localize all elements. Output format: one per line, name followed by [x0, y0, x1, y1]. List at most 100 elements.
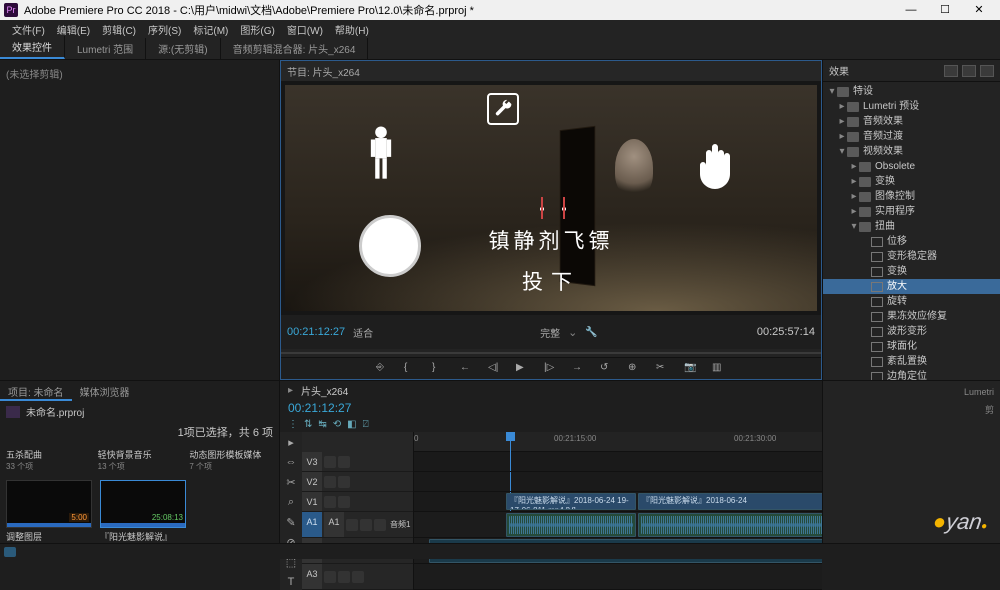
timeline-ruler[interactable]: 000:21:15:0000:21:30:0000:21:45:00: [414, 432, 822, 452]
window-title: Adobe Premiere Pro CC 2018 - C:\用户\midwi…: [24, 2, 894, 18]
program-header: 节目: 片头_x264: [281, 61, 821, 81]
effect-item[interactable]: 紊乱置换: [823, 354, 1000, 369]
effect-item[interactable]: 旋转: [823, 294, 1000, 309]
hand-icon: [688, 133, 748, 197]
timeline-tool[interactable]: ✎: [284, 516, 298, 530]
timeline-tool[interactable]: ▸: [284, 436, 298, 450]
transport-button[interactable]: ↺: [600, 362, 614, 376]
timeline-tool[interactable]: T: [284, 576, 298, 590]
video-clip[interactable]: 『阳光魅影解说』2018-06-24: [638, 493, 822, 510]
minimize-button[interactable]: —: [894, 0, 928, 20]
transport-button[interactable]: ←: [460, 362, 474, 376]
transport-button[interactable]: ⊕: [628, 362, 642, 376]
preset-icon-3[interactable]: [980, 65, 994, 77]
video-track-header[interactable]: V3: [302, 452, 413, 472]
wrench-settings-icon[interactable]: 🔧: [585, 327, 597, 338]
timeline-option-icon[interactable]: ⇅: [304, 419, 312, 430]
transport-button[interactable]: ⎆: [376, 362, 390, 376]
preset-icon-2[interactable]: [962, 65, 976, 77]
project-tab[interactable]: 媒体浏览器: [72, 381, 138, 401]
tab[interactable]: Lumetri 范围: [65, 38, 146, 59]
transport-button[interactable]: {: [404, 362, 418, 376]
timeline-tracks[interactable]: 000:21:15:0000:21:30:0000:21:45:00 『阳光魅影…: [414, 432, 822, 590]
bin-item[interactable]: 轻快背景音乐13 个项: [98, 446, 182, 472]
bin-item[interactable]: 动态图形模板媒体7 个项: [189, 446, 273, 472]
transport-button[interactable]: }: [432, 362, 446, 376]
menu-标记(M)[interactable]: 标记(M): [187, 22, 234, 37]
transport-button[interactable]: ◁|: [488, 362, 502, 376]
audio-clip[interactable]: [638, 513, 822, 537]
effect-folder[interactable]: ▸图像控制: [823, 189, 1000, 204]
effect-item[interactable]: 果冻效应修复: [823, 309, 1000, 324]
menu-图形(G)[interactable]: 图形(G): [234, 22, 280, 37]
effect-folder[interactable]: ▾视频效果: [823, 144, 1000, 159]
menubar: 文件(F)编辑(E)剪辑(C)序列(S)标记(M)图形(G)窗口(W)帮助(H): [0, 20, 1000, 38]
bin-item[interactable]: 五杀配曲33 个项: [6, 446, 90, 472]
effect-folder[interactable]: ▾扭曲: [823, 219, 1000, 234]
program-scrubber[interactable]: [281, 349, 821, 357]
fit-dropdown[interactable]: 适合: [353, 325, 373, 340]
program-timecode-left[interactable]: 00:21:12:27: [287, 326, 345, 338]
transport-button[interactable]: |▷: [544, 362, 558, 376]
effect-folder[interactable]: ▸变换: [823, 174, 1000, 189]
project-name: 未命名.prproj: [26, 404, 273, 419]
status-icon[interactable]: [4, 547, 16, 557]
timeline-option-icon[interactable]: ⍁: [363, 419, 369, 430]
effects-panel: 效果 ▾特设▸Lumetri 预设▸音频效果▸音频过渡▾视频效果▸Obsolet…: [822, 60, 1000, 380]
transport-button[interactable]: 📷: [684, 362, 698, 376]
audio-track-header[interactable]: A1A1音频1: [302, 512, 413, 538]
tab[interactable]: 效果控件: [0, 36, 65, 59]
timeline-option-icon[interactable]: ⋮: [288, 419, 298, 430]
menu-编辑(E)[interactable]: 编辑(E): [51, 22, 96, 37]
program-viewer[interactable]: 镇静剂飞镖 投下: [285, 85, 817, 311]
menu-序列(S)[interactable]: 序列(S): [142, 22, 187, 37]
effect-folder[interactable]: ▸Lumetri 预设: [823, 99, 1000, 114]
video-clip[interactable]: 『阳光魅影解说』2018-06-24 19-17-06-811.mp4 [V]: [506, 493, 636, 510]
sequence-name[interactable]: 片头_x264: [301, 383, 348, 398]
video-track-header[interactable]: V1: [302, 492, 413, 512]
timeline-option-icon[interactable]: ↹: [318, 419, 326, 430]
effect-item[interactable]: 变形稳定器: [823, 249, 1000, 264]
timeline-tool[interactable]: ✂: [284, 476, 298, 490]
effect-folder[interactable]: ▸Obsolete: [823, 159, 1000, 174]
transport-button[interactable]: ▥: [712, 362, 726, 376]
effect-item[interactable]: 波形变形: [823, 324, 1000, 339]
audio-clip[interactable]: [506, 513, 636, 537]
project-tab[interactable]: 项目: 未命名: [0, 381, 72, 401]
timeline-option-icon[interactable]: ◧: [347, 419, 356, 430]
transport-button[interactable]: ▶: [516, 362, 530, 376]
timeline-timecode[interactable]: 00:21:12:27: [280, 399, 822, 417]
effect-item[interactable]: 位移: [823, 234, 1000, 249]
preset-icon-1[interactable]: [944, 65, 958, 77]
audio-track-header[interactable]: A3: [302, 564, 413, 590]
effect-folder[interactable]: ▸音频效果: [823, 114, 1000, 129]
timeline-tool[interactable]: ⌕: [284, 496, 298, 510]
effect-item[interactable]: 变换: [823, 264, 1000, 279]
effect-item[interactable]: 边角定位: [823, 369, 1000, 380]
menu-剪辑(C)[interactable]: 剪辑(C): [96, 22, 142, 37]
menu-窗口(W)[interactable]: 窗口(W): [281, 22, 329, 37]
effect-folder[interactable]: ▾特设: [823, 84, 1000, 99]
timeline-option-icon[interactable]: ⟲: [333, 419, 341, 430]
clip-thumb[interactable]: 5:00调整图层: [6, 480, 92, 543]
person-icon: [365, 125, 397, 183]
timeline-tool[interactable]: ⇔: [284, 456, 298, 470]
close-button[interactable]: ✕: [962, 0, 996, 20]
transport-button[interactable]: ✂: [656, 362, 670, 376]
tab[interactable]: 源:(无剪辑): [146, 38, 220, 59]
video-track-header[interactable]: V2: [302, 472, 413, 492]
effect-folder[interactable]: ▸实用程序: [823, 204, 1000, 219]
clip-thumb[interactable]: 25:08:13『阳光魅影解说』: [100, 480, 186, 543]
tab[interactable]: 音频剪辑混合器: 片头_x264: [221, 38, 369, 59]
menu-帮助(H)[interactable]: 帮助(H): [329, 22, 375, 37]
effect-folder[interactable]: ▸音频过渡: [823, 129, 1000, 144]
effect-item[interactable]: 放大: [823, 279, 1000, 294]
effect-item[interactable]: 球面化: [823, 339, 1000, 354]
app-icon: Pr: [4, 3, 18, 17]
effects-tree[interactable]: ▾特设▸Lumetri 预设▸音频效果▸音频过渡▾视频效果▸Obsolete▸变…: [823, 82, 1000, 380]
full-dropdown[interactable]: 完整: [540, 325, 560, 340]
project-icon: [6, 406, 20, 418]
menu-文件(F)[interactable]: 文件(F): [6, 22, 51, 37]
transport-button[interactable]: →: [572, 362, 586, 376]
maximize-button[interactable]: ☐: [928, 0, 962, 20]
